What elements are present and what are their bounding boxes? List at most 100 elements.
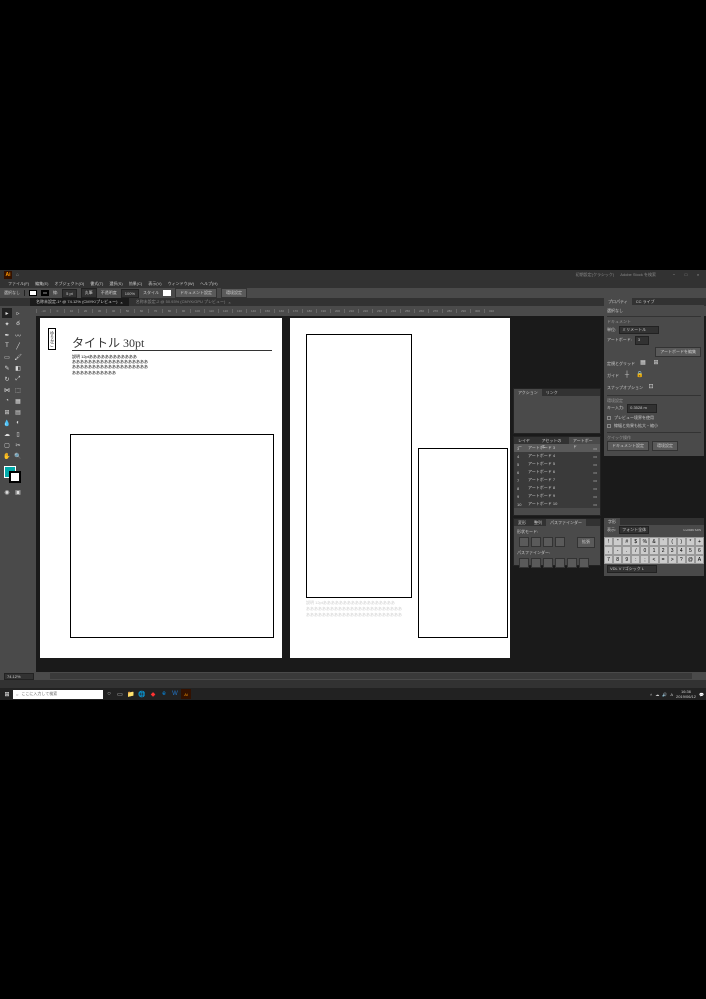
tray-cloud-icon[interactable]: ☁: [655, 692, 659, 697]
rotate-tool[interactable]: ↻: [2, 374, 12, 384]
selection-tool[interactable]: ▸: [2, 308, 12, 318]
eraser-tool[interactable]: ◧: [13, 363, 23, 373]
glyph-cell[interactable]: <: [649, 555, 658, 564]
tab-assets[interactable]: アセットのエ: [538, 437, 569, 444]
tab-properties[interactable]: プロパティ: [604, 298, 632, 305]
opacity-input[interactable]: 100%: [121, 289, 139, 298]
glyph-cell[interactable]: -: [613, 546, 622, 555]
preview-bounds-checkbox[interactable]: [607, 416, 611, 420]
stroke-swatch[interactable]: [41, 290, 49, 296]
menu-type[interactable]: 書式(T): [88, 281, 105, 287]
glyph-cell[interactable]: ': [659, 537, 668, 546]
artboard-list-item[interactable]: 10アートボード 10▭: [514, 500, 600, 508]
hand-tool[interactable]: ✋: [2, 451, 12, 461]
doc-setup-button[interactable]: ドキュメント設定: [175, 288, 217, 298]
close-icon[interactable]: ×: [228, 300, 230, 305]
word-icon[interactable]: W: [170, 689, 180, 699]
grid-toggle[interactable]: ⊞: [651, 359, 661, 369]
menu-edit[interactable]: 編集(E): [33, 281, 50, 287]
stroke-weight-input[interactable]: 5 pt: [62, 289, 77, 298]
trim-icon[interactable]: [531, 558, 541, 568]
pen-tool[interactable]: ✒: [2, 330, 12, 340]
glyphs-panel[interactable]: 字形 表示: フォント全体 U+0049 SJIS !"#$%&'()*+,-.…: [604, 518, 704, 576]
vertical-ruler[interactable]: [26, 316, 36, 672]
minimize-button[interactable]: −: [670, 272, 678, 278]
blend-tool[interactable]: ◐: [13, 418, 23, 428]
zoom-input[interactable]: 74.12%: [4, 673, 34, 680]
document-tab-active[interactable]: 名称未設定-1* @ 74.12% (CMYK/プレビュー) ×: [30, 298, 129, 306]
zoom-tool[interactable]: 🔍: [13, 451, 23, 461]
glyph-cell[interactable]: 2: [659, 546, 668, 555]
edge-icon[interactable]: e: [159, 689, 169, 699]
screen-mode[interactable]: ▣: [13, 487, 23, 497]
draw-mode[interactable]: ◉: [2, 487, 12, 497]
horizontal-scrollbar[interactable]: [50, 673, 692, 679]
glyph-cell[interactable]: :: [631, 555, 640, 564]
unite-icon[interactable]: [519, 537, 529, 547]
font-select[interactable]: VDL V 7ゴシック L: [607, 565, 657, 573]
glyph-cell[interactable]: 8: [613, 555, 622, 564]
menu-window[interactable]: ウィンドウ(W): [166, 281, 196, 287]
artboard-list-item[interactable]: 6アートボード 6▭: [514, 468, 600, 476]
prefs-button[interactable]: 環境設定: [221, 288, 247, 298]
expand-button[interactable]: 拡張: [577, 537, 595, 547]
artboard-1[interactable]: ゆりかご タイトル 30pt 説明 12ptああああああああああああ あああああ…: [40, 318, 282, 658]
line-tool[interactable]: ╱: [13, 341, 23, 351]
glyph-cell[interactable]: 5: [686, 546, 695, 555]
glyph-cell[interactable]: .: [622, 546, 631, 555]
units-select[interactable]: ミリメートル: [619, 326, 659, 334]
tab-artboards[interactable]: アートボード: [569, 437, 600, 444]
artboard-list-item[interactable]: 9アートボード 9▭: [514, 492, 600, 500]
divide-icon[interactable]: [519, 558, 529, 568]
app-logo[interactable]: Ai: [4, 271, 12, 279]
magic-wand-tool[interactable]: ✦: [2, 319, 12, 329]
lasso-tool[interactable]: ఠ: [13, 319, 23, 329]
menu-view[interactable]: 表示(V): [146, 281, 163, 287]
explorer-icon[interactable]: 📁: [126, 689, 136, 699]
glyph-cell[interactable]: ;: [640, 555, 649, 564]
glyph-cell[interactable]: 7: [604, 555, 613, 564]
pencil-tool[interactable]: ✎: [2, 363, 12, 373]
glyph-cell[interactable]: (: [668, 537, 677, 546]
artboard-list-item[interactable]: 8アートボード 8▭: [514, 484, 600, 492]
artboard-tool[interactable]: ▢: [2, 440, 12, 450]
document-tab[interactable]: 名称未設定-2 @ 50.93% (CMYK/GPU プレビュー) ×: [130, 298, 237, 306]
workspace-switcher[interactable]: 初期設定(クラシック): [576, 272, 615, 278]
key-increment-input[interactable]: 0.3528 m: [627, 404, 657, 412]
artboard-2[interactable]: 説明 12ptああああああああああああああああああ ああああああああああああああ…: [290, 318, 510, 658]
rectangle-tool[interactable]: ▭: [2, 352, 12, 362]
glyph-filter-select[interactable]: フォント全体: [619, 526, 649, 534]
glyph-cell[interactable]: 3: [668, 546, 677, 555]
edit-artboards-button[interactable]: アートボードを編集: [655, 347, 701, 357]
glyph-cell[interactable]: !: [604, 537, 613, 546]
close-icon[interactable]: ×: [120, 300, 122, 305]
fill-stroke-swatches[interactable]: [2, 466, 24, 486]
actions-panel[interactable]: アクション リンク: [513, 388, 601, 434]
intersect-icon[interactable]: [543, 537, 553, 547]
glyph-cell[interactable]: 4: [677, 546, 686, 555]
glyph-cell[interactable]: /: [631, 546, 640, 555]
glyph-cell[interactable]: #: [622, 537, 631, 546]
body-text[interactable]: 説明 12ptああああああああああああ あああああああああああああああああああ …: [72, 354, 182, 375]
curvature-tool[interactable]: 〰: [13, 330, 23, 340]
notifications-icon[interactable]: 💬: [699, 692, 704, 697]
glyph-cell[interactable]: 6: [695, 546, 704, 555]
stroke-color[interactable]: [9, 471, 21, 483]
minus-front-icon[interactable]: [531, 537, 541, 547]
crop-icon[interactable]: [555, 558, 565, 568]
env-setup-button[interactable]: 環境設定: [652, 441, 678, 451]
maximize-button[interactable]: □: [682, 272, 690, 278]
glyph-cell[interactable]: 0: [640, 546, 649, 555]
ruler-toggle[interactable]: ▦: [638, 359, 648, 369]
menu-file[interactable]: ファイル(F): [6, 281, 31, 287]
glyph-cell[interactable]: +: [695, 537, 704, 546]
mesh-tool[interactable]: ⊞: [2, 407, 12, 417]
ime-indicator[interactable]: A: [670, 692, 673, 697]
pathfinder-panel[interactable]: 変形 整列 パスファインダー 形状モード: 拡張 パスファインダー:: [513, 518, 601, 566]
glyph-cell[interactable]: 1: [649, 546, 658, 555]
app-icon[interactable]: ◆: [148, 689, 158, 699]
shape-builder-tool[interactable]: ◔: [2, 396, 12, 406]
glyph-cell[interactable]: ): [677, 537, 686, 546]
glyph-cell[interactable]: $: [631, 537, 640, 546]
style-swatch[interactable]: [163, 290, 171, 296]
